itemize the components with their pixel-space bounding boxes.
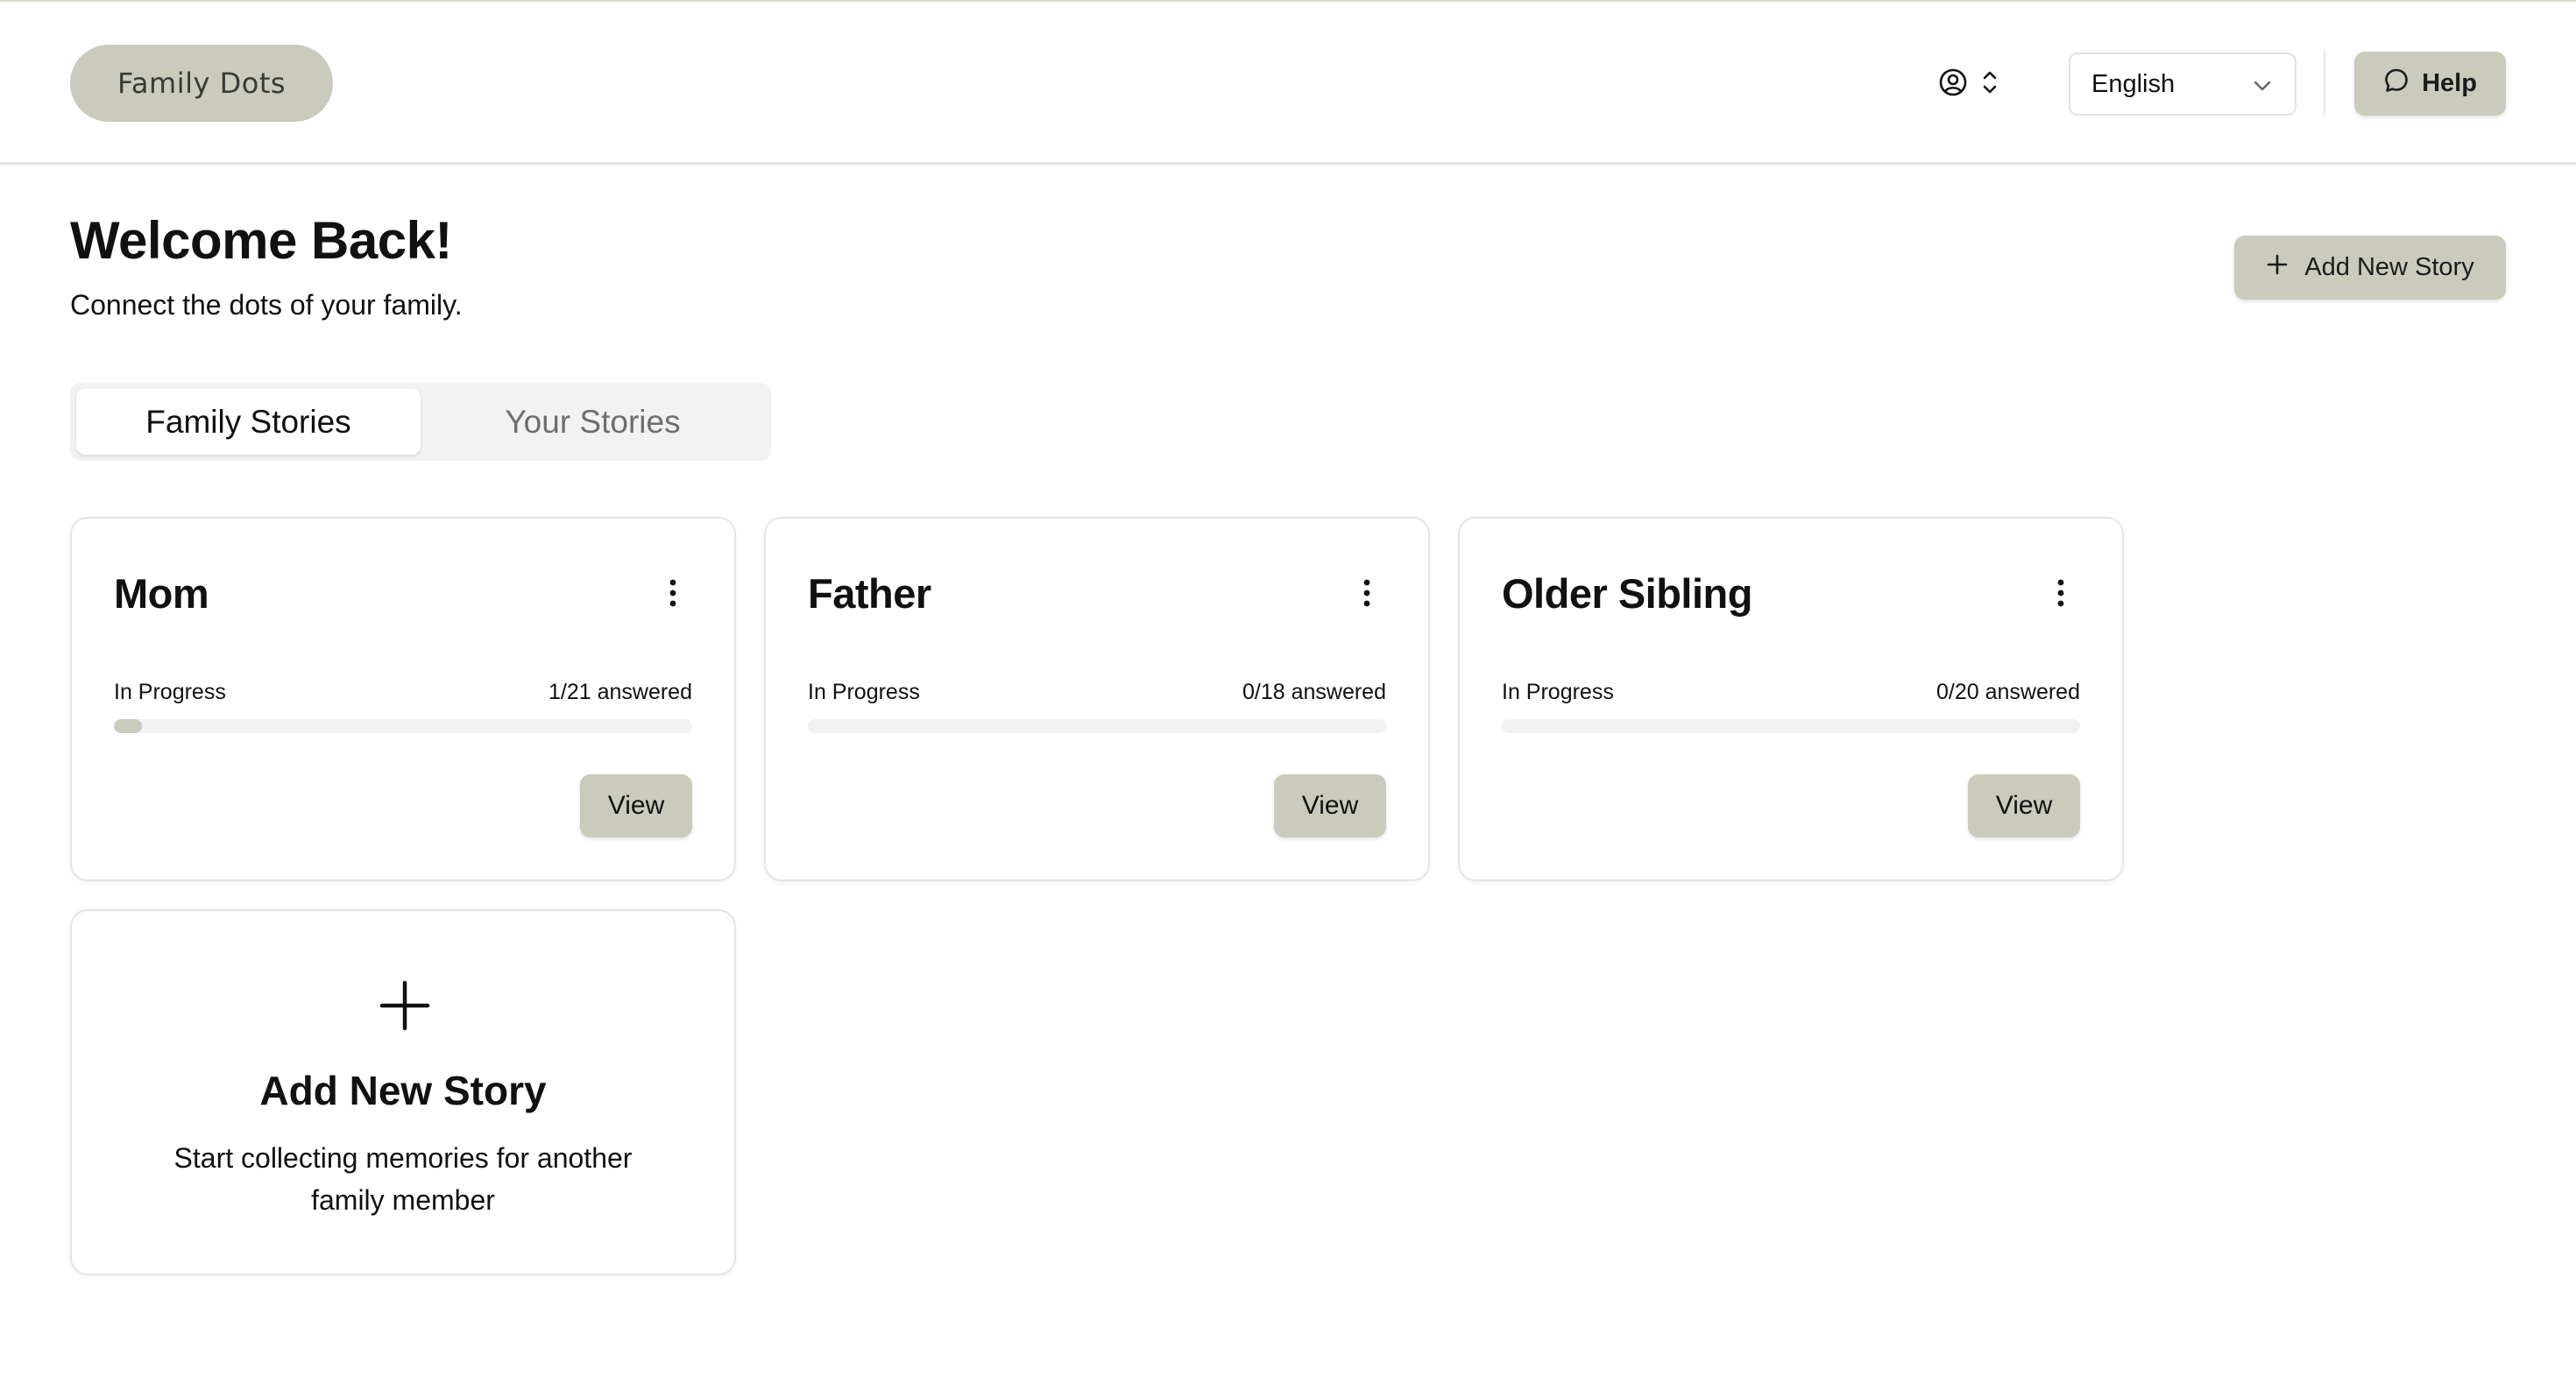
chevrons-up-down-icon	[1980, 67, 1999, 102]
story-answered-count: 1/21 answered	[548, 680, 692, 704]
add-new-story-button[interactable]: Add New Story	[2234, 236, 2506, 300]
story-answered-count: 0/18 answered	[1242, 680, 1386, 704]
plus-icon	[2266, 253, 2289, 283]
tab-family-stories[interactable]: Family Stories	[76, 389, 421, 455]
message-circle-icon	[2383, 67, 2410, 101]
story-card-older-sibling: Older Sibling In Progress 0/20 answered …	[1458, 517, 2124, 881]
progress-bar	[1502, 719, 2080, 733]
story-status: In Progress	[808, 680, 920, 704]
story-answered-count: 0/20 answered	[1936, 680, 2080, 704]
story-name: Father	[808, 570, 931, 617]
story-name: Older Sibling	[1502, 570, 1752, 617]
page-title: Welcome Back!	[70, 211, 452, 270]
progress-bar	[808, 719, 1386, 733]
more-options-icon[interactable]	[1358, 578, 1376, 608]
add-card-description: Start collecting memories for another fa…	[173, 1142, 633, 1216]
add-new-story-label: Add New Story	[2304, 253, 2474, 281]
tab-your-stories[interactable]: Your Stories	[421, 389, 765, 455]
story-tabs: Family Stories Your Stories	[70, 383, 771, 461]
add-card-title: Add New Story	[259, 1068, 547, 1113]
view-button[interactable]: View	[580, 774, 692, 837]
header-divider	[2324, 51, 2325, 116]
story-card-father: Father In Progress 0/18 answered View	[764, 517, 1430, 881]
story-name: Mom	[114, 570, 209, 617]
help-label: Help	[2422, 69, 2477, 97]
progress-bar	[114, 719, 692, 733]
view-button[interactable]: View	[1274, 774, 1386, 837]
language-value: English	[2091, 69, 2176, 98]
chevron-down-icon	[2253, 70, 2272, 99]
page-subtitle: Connect the dots of your family.	[70, 289, 463, 321]
user-circle-icon	[1938, 67, 1968, 102]
more-options-icon[interactable]	[664, 578, 682, 608]
progress-fill	[114, 719, 142, 733]
language-select[interactable]: English	[2069, 53, 2296, 116]
story-card-mom: Mom In Progress 1/21 answered View	[70, 517, 736, 881]
more-options-icon[interactable]	[2052, 578, 2070, 608]
story-status: In Progress	[1502, 680, 1614, 704]
story-status: In Progress	[114, 680, 226, 704]
app-header: Family Dots English Help	[0, 2, 2576, 165]
logo[interactable]: Family Dots	[70, 45, 333, 122]
view-button[interactable]: View	[1968, 774, 2080, 837]
help-button[interactable]: Help	[2354, 52, 2506, 116]
account-switcher[interactable]	[1938, 65, 1999, 103]
plus-icon	[379, 979, 431, 1036]
add-new-story-card[interactable]: Add New Story Start collecting memories …	[70, 909, 736, 1275]
